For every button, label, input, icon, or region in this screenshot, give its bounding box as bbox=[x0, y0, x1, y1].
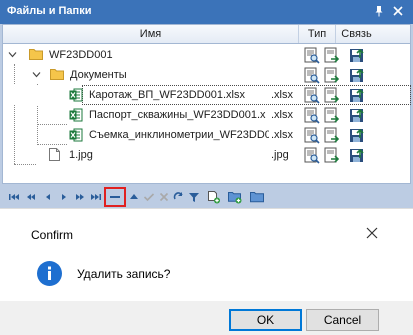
row-name: Каротаж_ВП_WF23DD001.xlsx bbox=[89, 89, 245, 101]
save-link-icon[interactable] bbox=[348, 107, 365, 124]
refresh-icon[interactable] bbox=[172, 190, 186, 204]
save-link-icon[interactable] bbox=[348, 147, 365, 164]
row-name: Паспорт_скважины_WF23DD001.x bbox=[89, 109, 266, 121]
view-document-icon[interactable] bbox=[303, 47, 320, 64]
first-record-icon[interactable] bbox=[7, 190, 21, 204]
row-name: Съемка_инклинометрии_WF23DD0 bbox=[89, 129, 269, 141]
excel-file-icon bbox=[69, 88, 83, 102]
tree-row[interactable]: Документы bbox=[3, 65, 410, 85]
row-type: .jpg bbox=[271, 149, 289, 161]
column-header-name[interactable]: Имя bbox=[3, 25, 299, 43]
filter-icon[interactable] bbox=[187, 190, 201, 204]
row-name: 1.jpg bbox=[69, 149, 93, 161]
pin-icon[interactable] bbox=[373, 5, 385, 17]
panel-title: Файлы и Папки bbox=[7, 5, 92, 17]
save-link-icon[interactable] bbox=[348, 47, 365, 64]
move-up-icon[interactable] bbox=[127, 190, 141, 204]
view-document-icon[interactable] bbox=[303, 107, 320, 124]
save-link-icon[interactable] bbox=[348, 67, 365, 84]
dialog-body: Удалить запись? bbox=[0, 251, 413, 301]
prev-page-icon[interactable] bbox=[24, 190, 38, 204]
view-document-icon[interactable] bbox=[303, 67, 320, 84]
dialog-title: Confirm bbox=[31, 228, 74, 242]
tree-row[interactable]: Паспорт_скважины_WF23DD001.x .xlsx bbox=[3, 105, 410, 125]
row-name: WF23DD001 bbox=[49, 49, 113, 61]
add-folder-icon[interactable] bbox=[228, 190, 242, 204]
expand-arrow-icon[interactable] bbox=[32, 70, 41, 79]
dialog-footer: OK Cancel bbox=[0, 301, 413, 335]
export-document-icon[interactable] bbox=[323, 47, 340, 64]
panel-close-icon[interactable] bbox=[392, 5, 404, 17]
dialog-message: Удалить запись? bbox=[77, 267, 171, 281]
tree-row[interactable]: Съемка_инклинометрии_WF23DD0 .xlsx bbox=[3, 125, 410, 145]
excel-file-icon bbox=[69, 128, 83, 142]
row-type: .xlsx bbox=[271, 109, 293, 121]
export-document-icon[interactable] bbox=[323, 147, 340, 164]
expand-arrow-icon[interactable] bbox=[8, 50, 17, 59]
row-type: .xlsx bbox=[271, 129, 293, 141]
tree-row-selected[interactable]: Каротаж_ВП_WF23DD001.xlsx .xlsx bbox=[3, 85, 411, 105]
export-document-icon[interactable] bbox=[323, 107, 340, 124]
save-link-icon[interactable] bbox=[348, 87, 365, 104]
ok-button[interactable]: OK bbox=[229, 309, 302, 331]
next-page-icon[interactable] bbox=[73, 190, 87, 204]
files-folders-panel: Файлы и Папки Имя Тип Связь WF23DD001 До… bbox=[0, 0, 413, 208]
prev-record-icon[interactable] bbox=[41, 190, 55, 204]
close-icon[interactable] bbox=[365, 226, 379, 240]
view-document-icon[interactable] bbox=[303, 147, 320, 164]
column-header-type[interactable]: Тип bbox=[299, 25, 336, 43]
tree-row[interactable]: WF23DD001 bbox=[3, 45, 410, 65]
excel-file-icon bbox=[69, 108, 83, 122]
view-document-icon[interactable] bbox=[303, 127, 320, 144]
folder-icon bbox=[29, 48, 43, 60]
panel-title-bar: Файлы и Папки bbox=[0, 0, 413, 24]
row-name: Документы bbox=[70, 69, 127, 81]
tree-row[interactable]: 1.jpg .jpg bbox=[3, 145, 410, 165]
add-file-icon[interactable] bbox=[207, 190, 221, 204]
save-link-icon[interactable] bbox=[348, 127, 365, 144]
file-icon bbox=[49, 148, 60, 161]
open-folder-icon[interactable] bbox=[250, 190, 264, 204]
export-document-icon[interactable] bbox=[323, 67, 340, 84]
next-record-icon[interactable] bbox=[57, 190, 71, 204]
confirm-dialog: Confirm Удалить запись? OK Cancel bbox=[0, 208, 413, 335]
export-document-icon[interactable] bbox=[323, 87, 340, 104]
post-edit-icon[interactable] bbox=[142, 190, 156, 204]
info-icon bbox=[36, 260, 63, 287]
grid-header: Имя Тип Связь bbox=[3, 25, 410, 44]
folder-icon bbox=[50, 68, 64, 80]
delete-record-icon[interactable] bbox=[108, 190, 122, 204]
last-record-icon[interactable] bbox=[89, 190, 103, 204]
column-header-link[interactable]: Связь bbox=[336, 25, 377, 43]
view-document-icon[interactable] bbox=[303, 87, 320, 104]
cancel-button[interactable]: Cancel bbox=[306, 309, 379, 331]
row-type: .xlsx bbox=[271, 89, 293, 101]
cancel-edit-icon[interactable] bbox=[157, 190, 171, 204]
record-navigator bbox=[0, 186, 413, 208]
export-document-icon[interactable] bbox=[323, 127, 340, 144]
files-tree-grid: Имя Тип Связь WF23DD001 Документы Карота… bbox=[2, 24, 411, 184]
